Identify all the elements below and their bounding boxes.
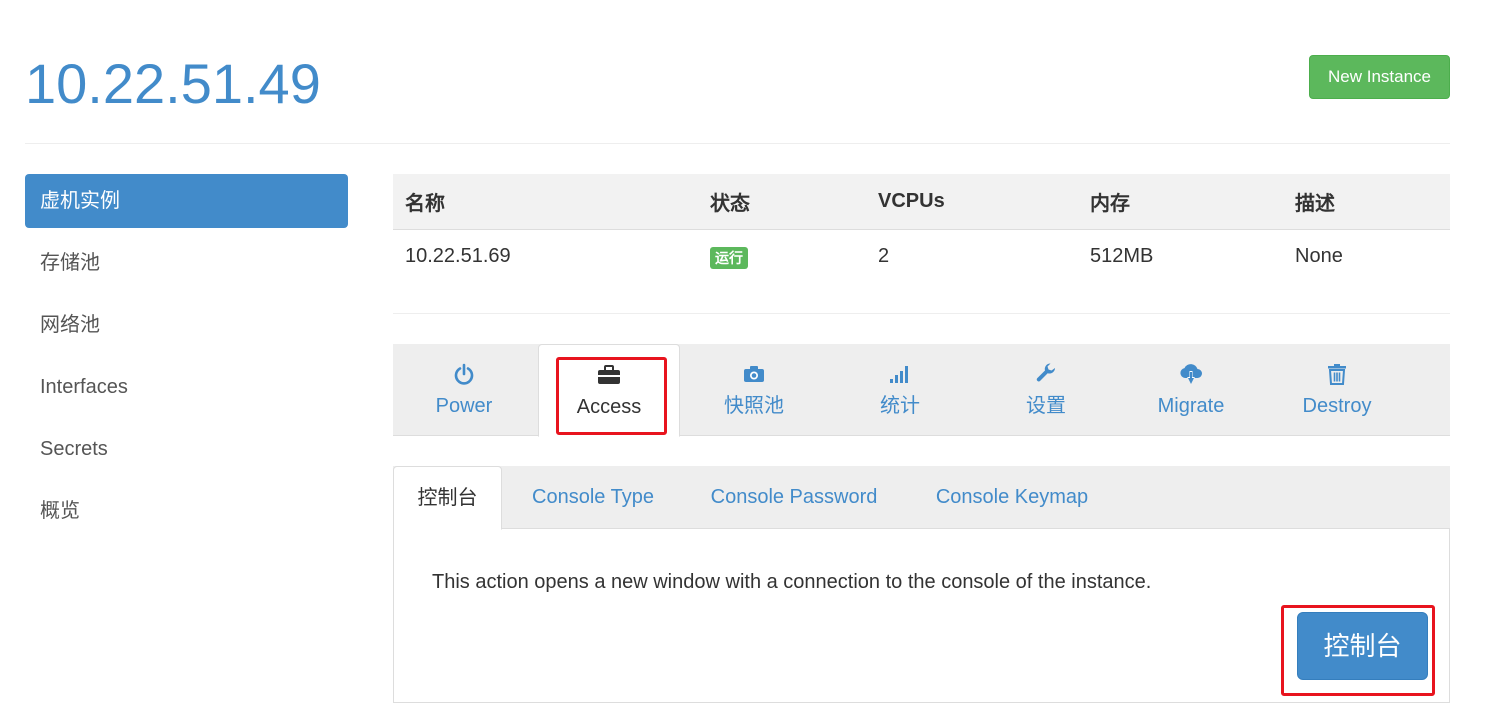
instance-table: 名称 状态 VCPUs 内存 描述 10.22.51.69 运行 2 512MB… <box>393 174 1450 284</box>
column-header-name: 名称 <box>393 174 698 230</box>
instance-vcpus: 2 <box>878 245 890 268</box>
tab-destroy[interactable]: Destroy <box>1266 344 1408 436</box>
camera-icon <box>683 362 825 386</box>
divider <box>393 313 1450 314</box>
tab-console-type[interactable]: Console Type <box>502 466 684 529</box>
table-header-row: 名称 状态 VCPUs 内存 描述 <box>393 174 1450 230</box>
status-badge: 运行 <box>710 246 748 269</box>
tab-destroy-label: Destroy <box>1302 395 1372 417</box>
console-description: This action opens a new window with a co… <box>432 571 1152 593</box>
power-icon <box>393 362 535 386</box>
column-header-status: 状态 <box>698 174 866 230</box>
tab-snapshots[interactable]: 快照池 <box>683 344 825 436</box>
action-tabs: Power Access 快照池 统计 设置 Migrate Destroy <box>393 344 1450 437</box>
column-header-memory: 内存 <box>1078 174 1283 230</box>
open-console-button[interactable]: 控制台 <box>1297 612 1428 680</box>
trash-icon <box>1266 362 1408 386</box>
tab-power-label: Power <box>435 395 493 417</box>
sidebar-item-networks[interactable]: 网络池 <box>25 298 348 352</box>
console-sub-tabs: 控制台 Console Type Console Password Consol… <box>393 466 1450 530</box>
tab-snapshots-label: 快照池 <box>724 395 784 417</box>
wrench-icon <box>975 362 1117 386</box>
column-header-vcpus: VCPUs <box>866 174 1078 230</box>
table-row: 10.22.51.69 运行 2 512MB None <box>393 229 1450 284</box>
signal-bars-icon <box>829 362 971 386</box>
console-panel: This action opens a new window with a co… <box>393 529 1450 703</box>
tab-console-password[interactable]: Console Password <box>684 466 904 529</box>
column-header-description: 描述 <box>1283 174 1450 230</box>
tab-console[interactable]: 控制台 <box>393 466 502 530</box>
tab-stats[interactable]: 统计 <box>829 344 971 436</box>
page-header: 10.22.51.49 New Instance <box>25 0 1450 144</box>
sidebar-item-instances[interactable]: 虚机实例 <box>25 174 348 228</box>
cloud-download-icon <box>1120 362 1262 386</box>
tab-access[interactable]: Access <box>538 344 680 437</box>
instance-name: 10.22.51.69 <box>405 245 511 268</box>
page-title: 10.22.51.49 <box>25 52 321 115</box>
tab-migrate[interactable]: Migrate <box>1120 344 1262 436</box>
sidebar-nav: 虚机实例 存储池 网络池 Interfaces Secrets 概览 <box>25 174 348 546</box>
tab-console-keymap[interactable]: Console Keymap <box>904 466 1120 529</box>
instance-status-cell: 运行 <box>698 229 866 284</box>
sidebar-item-secrets[interactable]: Secrets <box>25 422 348 476</box>
tab-migrate-label: Migrate <box>1157 395 1225 417</box>
tab-access-label: Access <box>576 396 642 418</box>
tab-power[interactable]: Power <box>393 344 535 436</box>
tab-settings[interactable]: 设置 <box>975 344 1117 436</box>
instance-description: None <box>1295 245 1343 268</box>
tab-settings-label: 设置 <box>1026 395 1066 417</box>
briefcase-icon <box>539 363 679 387</box>
instance-memory: 512MB <box>1090 245 1154 268</box>
sidebar-item-overview[interactable]: 概览 <box>25 484 348 538</box>
tab-stats-label: 统计 <box>880 395 920 417</box>
new-instance-button[interactable]: New Instance <box>1309 55 1450 99</box>
sidebar-item-storage[interactable]: 存储池 <box>25 236 348 290</box>
sidebar-item-interfaces[interactable]: Interfaces <box>25 360 348 414</box>
